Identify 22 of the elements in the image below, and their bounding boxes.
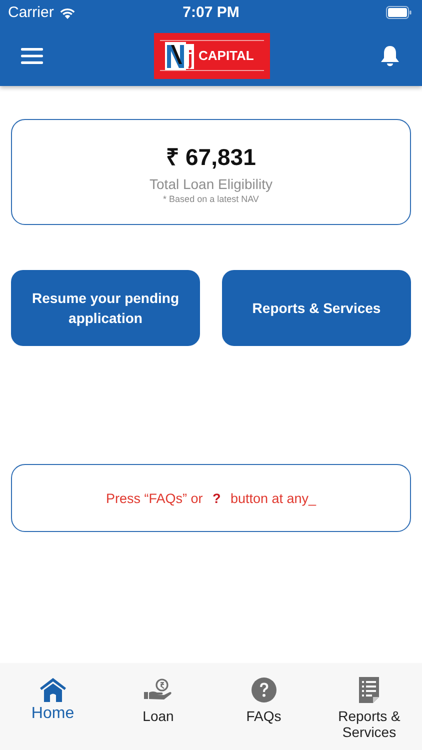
home-icon — [38, 677, 67, 703]
hand-coin-icon — [143, 678, 174, 702]
menu-icon[interactable] — [21, 48, 43, 64]
action-button[interactable]: Reports & Services — [222, 270, 411, 346]
logo-text: CAPITAL — [198, 48, 254, 63]
eligibility-amount: ₹ 67,831 — [166, 143, 256, 172]
wifi-icon — [58, 6, 76, 18]
eligibility-label: Total Loan Eligibility — [150, 176, 272, 192]
tab-label[interactable]: Reports & Services — [338, 708, 400, 740]
eligibility-note: * Based on a latest NAV — [163, 194, 259, 204]
carrier-name: Carrier — [8, 4, 54, 21]
tab-label[interactable]: FAQs — [246, 708, 282, 724]
tab-label[interactable]: Loan — [142, 708, 174, 724]
document-list-icon — [358, 676, 380, 704]
question-icon — [250, 677, 277, 703]
clock-time: 7:07 PM — [182, 4, 240, 21]
action-button[interactable]: Resume your pending application — [11, 270, 200, 346]
battery-icon — [386, 6, 412, 19]
bell-icon[interactable] — [380, 44, 400, 66]
tab-label[interactable]: Home — [31, 706, 74, 722]
notice-text: Press “FAQs” or ? button at any_ — [106, 490, 316, 506]
logo-mark-icon — [164, 42, 194, 70]
